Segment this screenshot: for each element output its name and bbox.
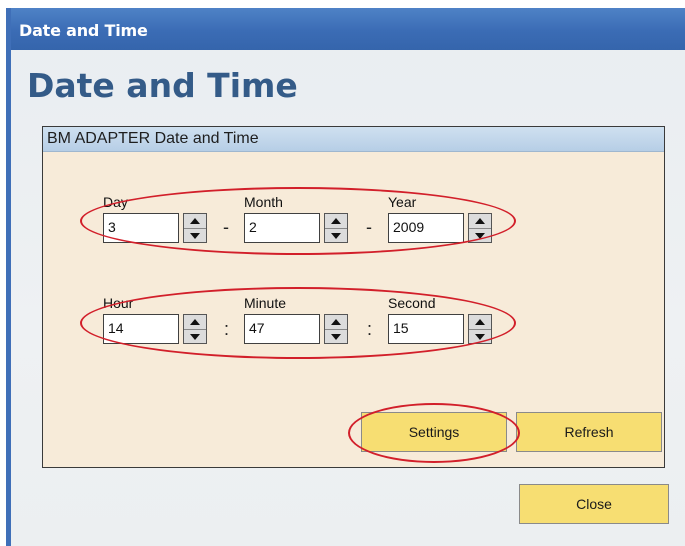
spin-up-icon[interactable] [469, 315, 491, 330]
group-title: BM ADAPTER Date and Time [47, 130, 259, 147]
spin-up-icon[interactable] [469, 214, 491, 229]
page-heading: Date and Time [27, 66, 298, 105]
window-title: Date and Time [19, 21, 148, 40]
close-button[interactable]: Close [519, 484, 669, 524]
date-separator: - [366, 217, 372, 237]
group-header: BM ADAPTER Date and Time [43, 127, 664, 152]
year-spinner[interactable] [468, 213, 492, 243]
spin-up-icon[interactable] [325, 315, 347, 330]
settings-button[interactable]: Settings [361, 412, 507, 452]
date-separator: - [223, 217, 229, 237]
minute-label: Minute [244, 295, 287, 311]
bm-adapter-group: BM ADAPTER Date and Time Day 3 - Month 2… [42, 126, 665, 468]
minute-field[interactable]: 47 [244, 314, 320, 344]
month-field[interactable]: 2 [244, 213, 320, 243]
month-label: Month [244, 194, 283, 210]
day-field[interactable]: 3 [103, 213, 179, 243]
spin-up-icon[interactable] [184, 315, 206, 330]
second-label: Second [388, 295, 436, 311]
second-spinner[interactable] [468, 314, 492, 344]
day-spinner[interactable] [183, 213, 207, 243]
spin-down-icon[interactable] [325, 330, 347, 344]
date-time-window: Date and Time Date and Time BM ADAPTER D… [6, 8, 685, 546]
time-separator: : [367, 319, 373, 339]
hour-spinner[interactable] [183, 314, 207, 344]
title-bar: Date and Time [11, 8, 685, 50]
spin-down-icon[interactable] [184, 229, 206, 243]
second-field[interactable]: 15 [388, 314, 464, 344]
spin-down-icon[interactable] [469, 229, 491, 243]
year-label: Year [388, 194, 417, 210]
month-spinner[interactable] [324, 213, 348, 243]
refresh-button[interactable]: Refresh [516, 412, 662, 452]
time-separator: : [224, 319, 230, 339]
hour-label: Hour [103, 295, 134, 311]
spin-up-icon[interactable] [325, 214, 347, 229]
day-label: Day [103, 194, 128, 210]
year-field[interactable]: 2009 [388, 213, 464, 243]
spin-down-icon[interactable] [184, 330, 206, 344]
spin-down-icon[interactable] [325, 229, 347, 243]
spin-up-icon[interactable] [184, 214, 206, 229]
minute-spinner[interactable] [324, 314, 348, 344]
hour-field[interactable]: 14 [103, 314, 179, 344]
spin-down-icon[interactable] [469, 330, 491, 344]
